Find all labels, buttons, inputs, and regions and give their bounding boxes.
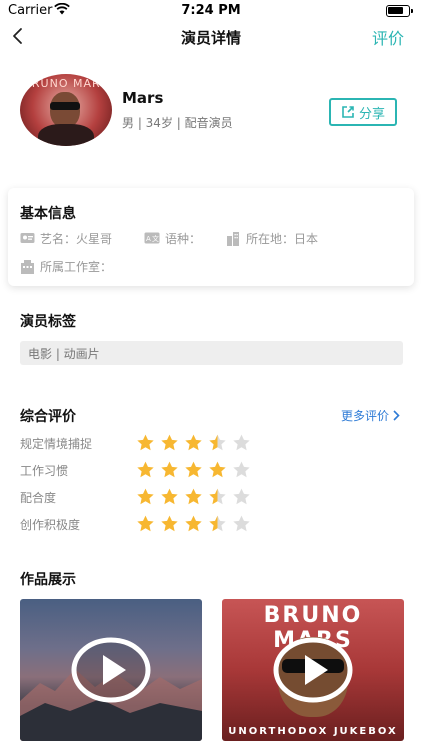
rating-row: 工作习惯: [20, 460, 320, 480]
battery-icon: [386, 5, 413, 17]
studio-text: 所属工作室：: [40, 260, 113, 274]
share-label: 分享: [358, 106, 385, 122]
basic-info-title: 基本信息: [20, 206, 76, 222]
rating-label: 规定情境捕捉: [20, 437, 93, 451]
clock: 7:24 PM: [181, 3, 241, 18]
star-icon: [185, 488, 202, 505]
star-icon: [137, 461, 154, 478]
avatar: BRUNO MARS: [20, 74, 112, 146]
album-cover-subtitle: UNORTHODOX JUKEBOX: [228, 726, 398, 737]
stage-name-item: 艺名：火星哥: [20, 230, 112, 247]
building-icon: [227, 231, 239, 246]
work-video-1[interactable]: [20, 599, 202, 741]
status-bar: Carrier 7:24 PM: [0, 0, 422, 22]
star-icon: [185, 461, 202, 478]
page-title: 演员详情: [180, 29, 241, 47]
star-icon: [209, 515, 226, 532]
studio-item: 所属工作室：: [20, 258, 112, 275]
stage-name-text: 艺名：火星哥: [40, 232, 113, 246]
star-icon: [209, 488, 226, 505]
star-icon: [209, 461, 226, 478]
star-icon: [185, 515, 202, 532]
id-card-icon: [20, 233, 35, 243]
star-icon: [137, 515, 154, 532]
ratings-title: 综合评价: [20, 409, 76, 425]
rating-label: 配合度: [20, 491, 57, 505]
svg-text:A: A: [146, 235, 151, 243]
star-icon: [185, 434, 202, 451]
star-icon: [137, 488, 154, 505]
actor-meta: 男 | 34岁 | 配音演员: [122, 116, 233, 130]
rating-label: 创作积极度: [20, 518, 81, 532]
language-text: 语种：: [165, 232, 202, 246]
more-ratings-link[interactable]: 更多评价: [341, 407, 400, 424]
location-text: 所在地：日本: [246, 232, 319, 246]
share-button[interactable]: 分享: [329, 98, 397, 126]
navigation-bar: 演员详情 评价: [0, 22, 422, 52]
studio-icon: [21, 259, 34, 274]
rate-button[interactable]: 评价: [372, 25, 404, 49]
language-item: A文 语种：: [144, 230, 201, 247]
language-icon: A文: [144, 232, 160, 244]
rating-row: 规定情境捕捉: [20, 433, 320, 453]
avatar-face: [50, 92, 80, 128]
chevron-right-icon: [393, 410, 400, 421]
share-icon: [342, 106, 354, 118]
star-icon: [233, 488, 250, 505]
rating-label: 工作习惯: [20, 464, 69, 478]
basic-info-card: 基本信息 艺名：火星哥 A文 语种： 所在地：日本 所属工作室：: [8, 188, 414, 286]
play-icon[interactable]: [273, 637, 353, 703]
location-item: 所在地：日本: [226, 230, 318, 247]
svg-text:文: 文: [152, 234, 159, 243]
rating-row: 创作积极度: [20, 514, 320, 534]
play-icon[interactable]: [71, 637, 151, 703]
star-icon: [161, 434, 178, 451]
star-icon: [233, 434, 250, 451]
avatar-cover-text: BRUNO MARS: [23, 77, 109, 90]
avatar-body: [38, 124, 94, 146]
actor-name: Mars: [122, 89, 164, 107]
tags-title: 演员标签: [20, 314, 76, 330]
star-icon: [233, 461, 250, 478]
avatar-sunglasses: [50, 102, 80, 110]
star-rating: [136, 487, 251, 506]
star-icon: [209, 434, 226, 451]
star-icon: [233, 515, 250, 532]
star-rating: [136, 460, 251, 479]
star-icon: [161, 461, 178, 478]
actor-profile: BRUNO MARS Mars 男 | 34岁 | 配音演员 分享: [20, 74, 402, 148]
star-rating: [136, 514, 251, 533]
star-rating: [136, 433, 251, 452]
work-video-2[interactable]: BRUNO MARS UNORTHODOX JUKEBOX: [222, 599, 404, 741]
star-icon: [161, 488, 178, 505]
more-ratings-label: 更多评价: [340, 409, 389, 423]
tags-value: 电影 | 动画片: [20, 341, 403, 365]
star-icon: [137, 434, 154, 451]
rating-row: 配合度: [20, 487, 320, 507]
works-title: 作品展示: [20, 572, 76, 588]
star-icon: [161, 515, 178, 532]
